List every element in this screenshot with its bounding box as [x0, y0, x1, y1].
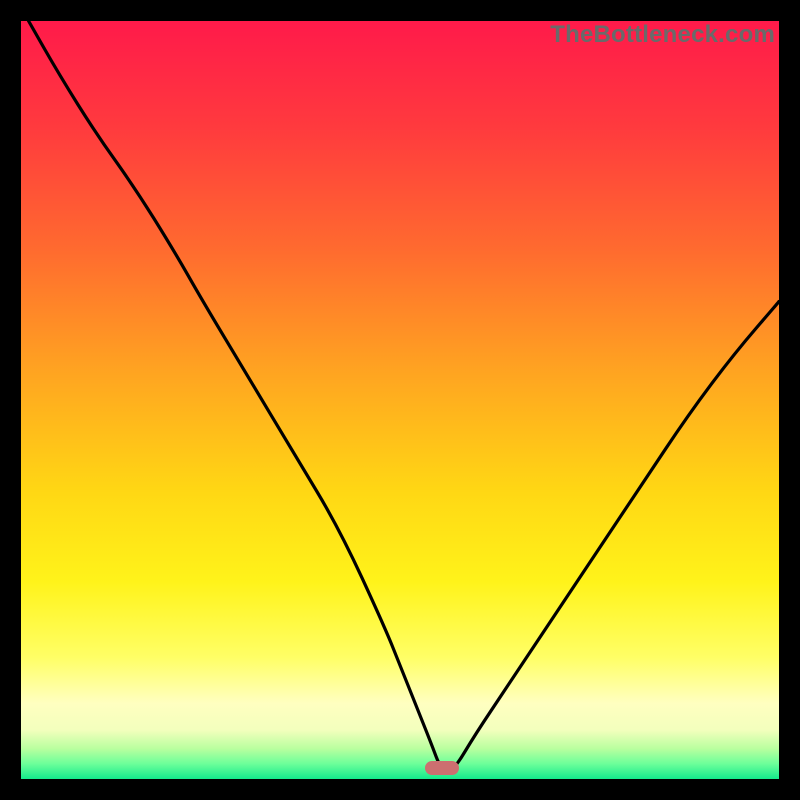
- plot-area: TheBottleneck.com: [21, 21, 779, 779]
- bottleneck-curve: [21, 21, 779, 779]
- chart-frame: TheBottleneck.com: [0, 0, 800, 800]
- optimum-marker: [425, 761, 459, 775]
